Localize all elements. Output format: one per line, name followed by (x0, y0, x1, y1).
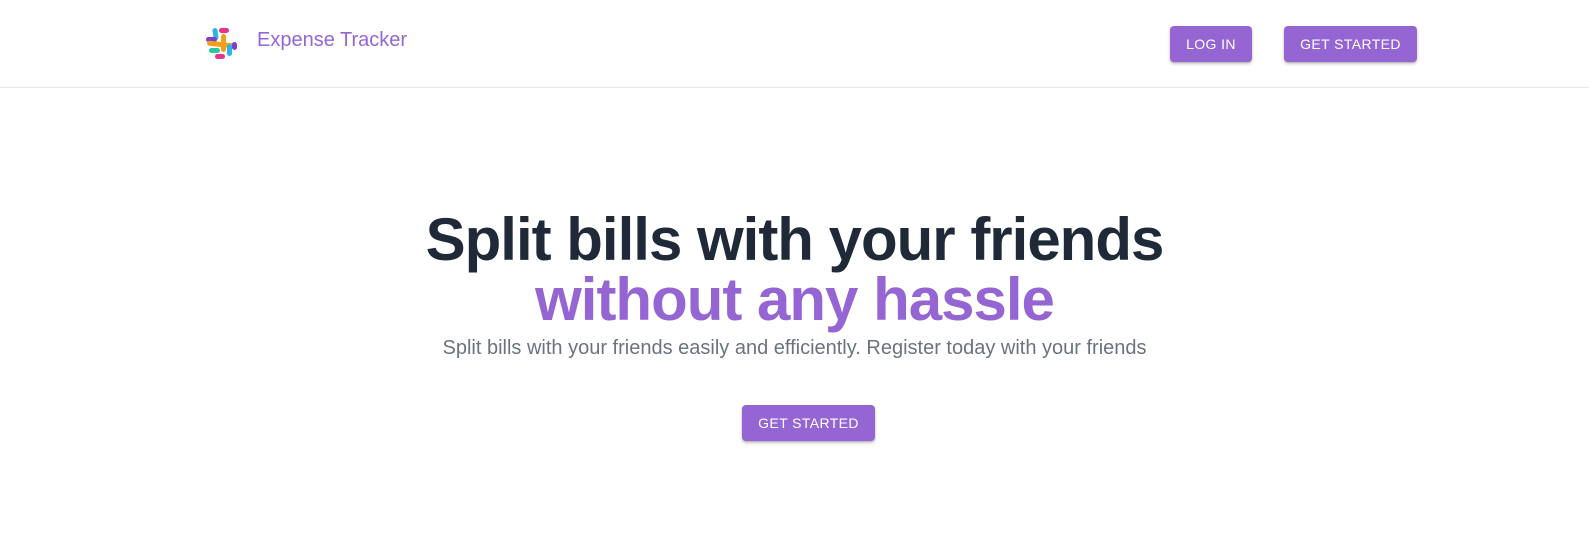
hero-title-line-2: without any hassle (535, 266, 1055, 333)
hero-title-line-1: Split bills with your friends (425, 206, 1165, 273)
hero-subtitle: Split bills with your friends easily and… (442, 337, 1147, 359)
brand-link[interactable]: Expense Tracker (203, 26, 407, 60)
top-navigation-bar: Expense Tracker LOG IN GET STARTED (0, 0, 1589, 88)
hero-section: Split bills with your friends without an… (0, 210, 1589, 362)
hero-title: Split bills with your friends without an… (0, 210, 1589, 330)
multicolor-hash-logo-icon (206, 28, 237, 59)
hero-get-started-button[interactable]: GET STARTED (742, 405, 875, 441)
login-button[interactable]: LOG IN (1170, 26, 1252, 62)
brand-name: Expense Tracker (257, 29, 408, 51)
header-get-started-button[interactable]: GET STARTED (1284, 26, 1417, 62)
